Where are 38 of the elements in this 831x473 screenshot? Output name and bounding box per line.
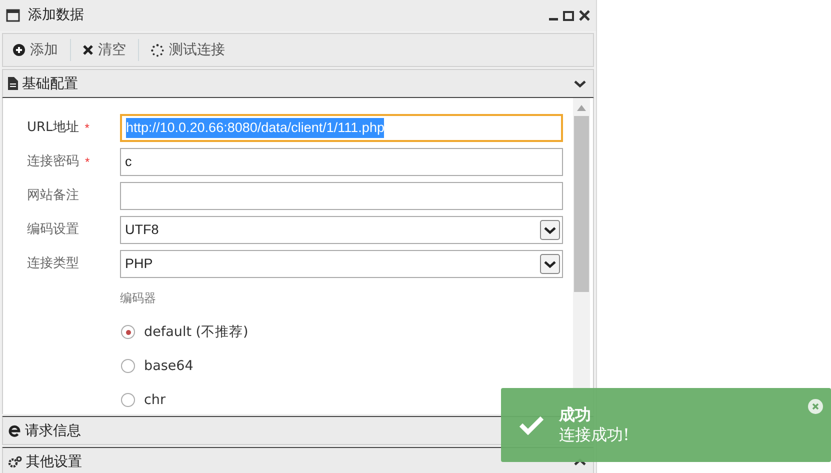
document-icon — [8, 77, 18, 90]
close-icon[interactable] — [579, 10, 590, 21]
e-logo-icon — [8, 424, 21, 437]
chevron-down-icon — [574, 80, 586, 88]
toolbar-button[interactable]: 清空 — [77, 37, 132, 63]
field-label: URL地址 — [27, 119, 79, 138]
x-icon — [83, 45, 93, 55]
section-header[interactable]: 其他设置 — [2, 447, 594, 473]
gears-icon — [8, 456, 22, 468]
input-field[interactable] — [120, 182, 563, 210]
input-field[interactable]: c — [120, 148, 563, 176]
section-title: 基础配置 — [22, 76, 78, 90]
toolbar-button[interactable]: 测试连接 — [145, 37, 231, 63]
field-label: 编码设置 — [27, 221, 79, 240]
field-label: 连接密码 — [27, 153, 79, 172]
section-header[interactable]: 基础配置 — [2, 69, 594, 98]
dropdown[interactable]: UTF8 — [120, 216, 563, 244]
checkmark-icon — [518, 415, 545, 435]
section-title: 其他设置 — [26, 454, 82, 468]
scroll-up-icon[interactable] — [577, 105, 586, 111]
dropdown[interactable]: PHP — [120, 250, 563, 278]
radio-option[interactable]: default (不推荐) — [121, 318, 573, 346]
radio-button[interactable] — [121, 325, 135, 339]
radio-option[interactable]: base64 — [121, 352, 573, 380]
section-title: 请求信息 — [25, 424, 81, 438]
radio-button[interactable] — [121, 393, 135, 407]
window-title: 添加数据 — [28, 6, 84, 25]
maximize-icon[interactable] — [563, 10, 574, 20]
required-mark: * — [84, 120, 90, 137]
field-label: 网站备注 — [27, 187, 79, 206]
group-label: 编码器 — [120, 290, 157, 307]
plus-circle-icon — [13, 44, 25, 56]
window-icon — [6, 9, 20, 22]
field-label: 连接类型 — [27, 255, 79, 274]
toolbar-button[interactable]: 添加 — [7, 37, 64, 63]
spinner-icon — [151, 44, 164, 56]
radio-button[interactable] — [121, 359, 135, 373]
required-mark: * — [85, 154, 90, 171]
